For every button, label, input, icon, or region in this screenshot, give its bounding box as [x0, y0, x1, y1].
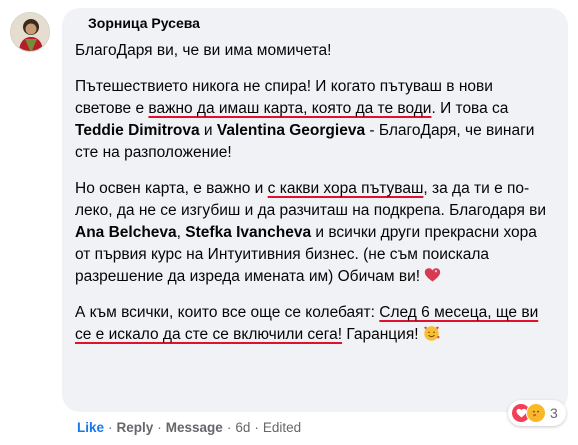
heart-emoji [425, 268, 441, 282]
separator: · [226, 420, 232, 435]
comment-text: БлагоДаря ви, че ви има момичета! Пътеше… [75, 40, 550, 360]
underlined-text: с какви хора пътуваш [267, 180, 424, 197]
like-button[interactable]: Like [77, 420, 104, 435]
mention-link[interactable]: Valentina Georgieva [217, 122, 365, 139]
comment-paragraph: Но освен карта, е важно и с какви хора п… [75, 180, 547, 285]
mention-link[interactable]: Ana Belcheva [75, 224, 177, 241]
message-button[interactable]: Message [166, 420, 223, 435]
mention-link[interactable]: Stefka Ivancheva [185, 224, 311, 241]
avatar[interactable] [10, 12, 50, 52]
mention-link[interactable]: Teddie Dimitrova [75, 122, 200, 139]
comment-author[interactable]: Зорница Русева [88, 14, 200, 32]
comment-paragraph: БлагоДаря ви, че ви има момичета! [75, 42, 332, 59]
comment-paragraph: Пътешествието никога не спира! И когато … [75, 78, 535, 161]
reaction-count: 3 [550, 405, 558, 421]
comment-actions: Like · Reply · Message · 6d · Edited [77, 419, 301, 437]
comment-timestamp[interactable]: 6d [235, 420, 250, 435]
underlined-text: важно да имаш карта, която да те води [148, 100, 432, 117]
edited-label[interactable]: Edited [263, 420, 301, 435]
reply-button[interactable]: Reply [117, 420, 154, 435]
avatar-photo [11, 13, 49, 51]
separator: · [108, 420, 113, 435]
reactions-summary[interactable]: 3 [508, 400, 566, 426]
separator: · [157, 420, 162, 435]
comment-paragraph: А към всички, които все още се колебаят:… [75, 304, 539, 343]
separator: · [254, 420, 259, 435]
smiling-face-with-hearts-emoji [424, 326, 440, 341]
care-reaction-icon [526, 403, 546, 423]
